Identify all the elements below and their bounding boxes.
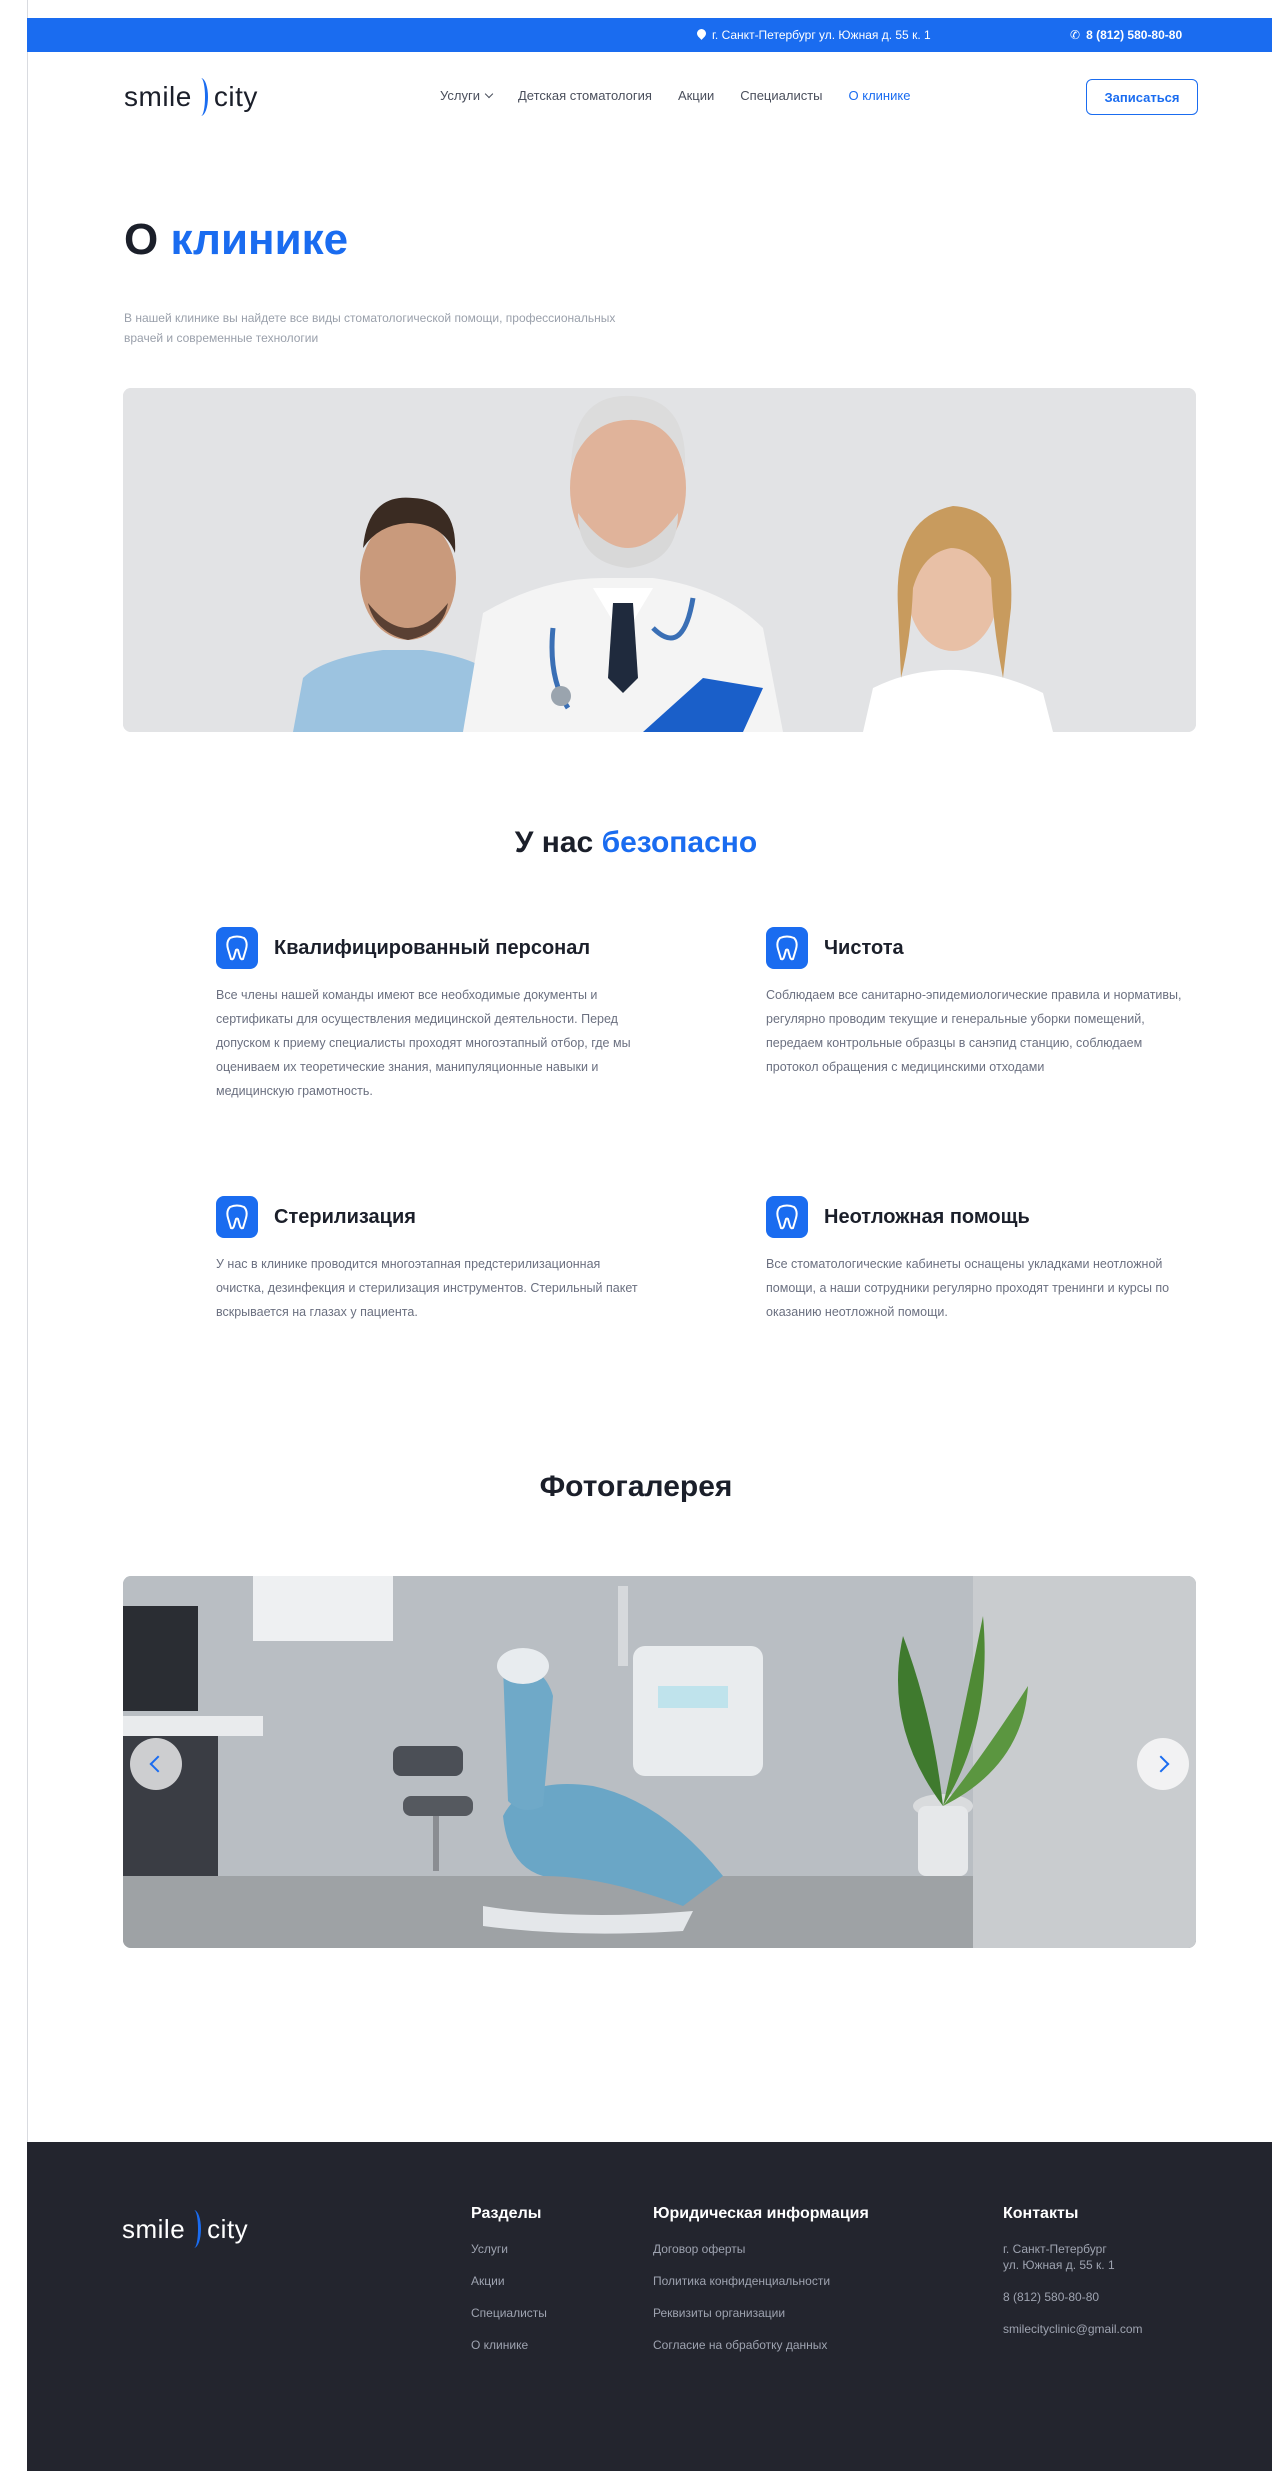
footer-contacts-column: Контакты г. Санкт-Петербург ул. Южная д.… xyxy=(1003,2205,1143,2353)
main-nav: Услуги Детская стоматология Акции Специа… xyxy=(440,88,910,103)
feature-card: Квалифицированный персонал Все члены наш… xyxy=(216,927,646,1103)
footer-link-offer[interactable]: Договор оферты xyxy=(653,2241,869,2257)
gallery-slide xyxy=(123,1576,1196,1948)
tooth-icon xyxy=(216,927,258,969)
logo-word-smile: smile xyxy=(124,81,192,112)
footer-address-line1: г. Санкт-Петербург xyxy=(1003,2242,1107,2256)
nav-item-services[interactable]: Услуги xyxy=(440,88,494,103)
logo-word-city: city xyxy=(213,81,258,112)
page-title: О клинике xyxy=(124,215,349,264)
feature-title: Стерилизация xyxy=(274,1205,416,1228)
feature-card: Стерилизация У нас в клинике проводится … xyxy=(216,1196,646,1324)
footer-link-promotions[interactable]: Акции xyxy=(471,2273,547,2289)
feature-title: Квалифицированный персонал xyxy=(274,936,591,959)
feature-text: Все члены нашей команды имеют все необхо… xyxy=(216,988,631,1098)
location-pin-icon xyxy=(697,29,706,41)
feature-title: Неотложная помощь xyxy=(824,1205,1030,1228)
footer-legal-title: Юридическая информация xyxy=(653,2205,869,2222)
logo-word-city: city xyxy=(207,2213,249,2244)
nav-item-specialists[interactable]: Специалисты xyxy=(740,88,822,103)
chevron-down-icon xyxy=(484,89,494,99)
footer-link-consent[interactable]: Согласие на обработку данных xyxy=(653,2337,869,2353)
phone-text: 8 (812) 580-80-80 xyxy=(1086,28,1183,42)
site-logo[interactable]: smile city xyxy=(124,78,258,116)
nav-item-kids-dentistry[interactable]: Детская стоматология xyxy=(518,88,652,103)
chevron-left-icon xyxy=(149,1755,167,1773)
logo-smile-mark xyxy=(187,2210,202,2248)
gallery-prev-button[interactable] xyxy=(130,1738,182,1790)
footer-link-services[interactable]: Услуги xyxy=(471,2241,547,2257)
top-info-bar: г. Санкт-Петербург ул. Южная д. 55 к. 1 … xyxy=(27,18,1272,52)
address-text: г. Санкт-Петербург ул. Южная д. 55 к. 1 xyxy=(712,28,931,42)
section-title-safety: У нас безопасно xyxy=(514,826,758,859)
tooth-icon xyxy=(766,1196,808,1238)
footer-link-requisites[interactable]: Реквизиты организации xyxy=(653,2305,869,2321)
page-subtitle: В нашей клинике вы найдете все виды стом… xyxy=(124,311,616,345)
tooth-icon xyxy=(216,1196,258,1238)
phone-link[interactable]: ✆ 8 (812) 580-80-80 xyxy=(1070,28,1182,42)
logo-smile-mark xyxy=(194,78,208,116)
feature-title: Чистота xyxy=(824,936,904,959)
footer-address-line2: ул. Южная д. 55 к. 1 xyxy=(1003,2258,1115,2272)
chevron-right-icon xyxy=(1152,1755,1170,1773)
footer-logo[interactable]: smile city xyxy=(122,2210,248,2248)
phone-icon: ✆ xyxy=(1070,28,1081,42)
feature-card: Неотложная помощь Все стоматологические … xyxy=(766,1196,1196,1324)
feature-text: Все стоматологические кабинеты оснащены … xyxy=(766,1257,1170,1319)
feature-text: Соблюдаем все санитарно-эпидемиологическ… xyxy=(766,988,1182,1074)
page-frame-line xyxy=(27,0,28,2471)
section-title-gallery: Фотогалерея xyxy=(539,1470,733,1503)
footer-email[interactable]: smilecityclinic@gmail.com xyxy=(1003,2321,1143,2337)
footer-phone[interactable]: 8 (812) 580-80-80 xyxy=(1003,2289,1143,2305)
feature-text: У нас в клинике проводится многоэтапная … xyxy=(216,1257,638,1319)
site-footer: smile city Разделы Услуги Акции Специали… xyxy=(27,2142,1272,2471)
nav-item-about[interactable]: О клинике xyxy=(849,88,911,103)
nav-item-promotions[interactable]: Акции xyxy=(678,88,714,103)
footer-link-privacy[interactable]: Политика конфиденциальности xyxy=(653,2273,869,2289)
footer-sections-title: Разделы xyxy=(471,2205,542,2222)
team-photo xyxy=(123,388,1196,732)
feature-card: Чистота Соблюдаем все санитарно-эпидемио… xyxy=(766,927,1196,1079)
footer-link-specialists[interactable]: Специалисты xyxy=(471,2305,547,2321)
logo-word-smile: smile xyxy=(122,2213,186,2244)
footer-legal-column: Юридическая информация Договор оферты По… xyxy=(653,2205,869,2369)
footer-link-about[interactable]: О клинике xyxy=(471,2337,547,2353)
book-appointment-button[interactable]: Записаться xyxy=(1086,79,1198,115)
gallery-next-button[interactable] xyxy=(1137,1738,1189,1790)
footer-contacts-title: Контакты xyxy=(1003,2205,1079,2222)
address-link[interactable]: г. Санкт-Петербург ул. Южная д. 55 к. 1 xyxy=(697,28,931,42)
tooth-icon xyxy=(766,927,808,969)
footer-sections-column: Разделы Услуги Акции Специалисты О клини… xyxy=(471,2205,547,2369)
